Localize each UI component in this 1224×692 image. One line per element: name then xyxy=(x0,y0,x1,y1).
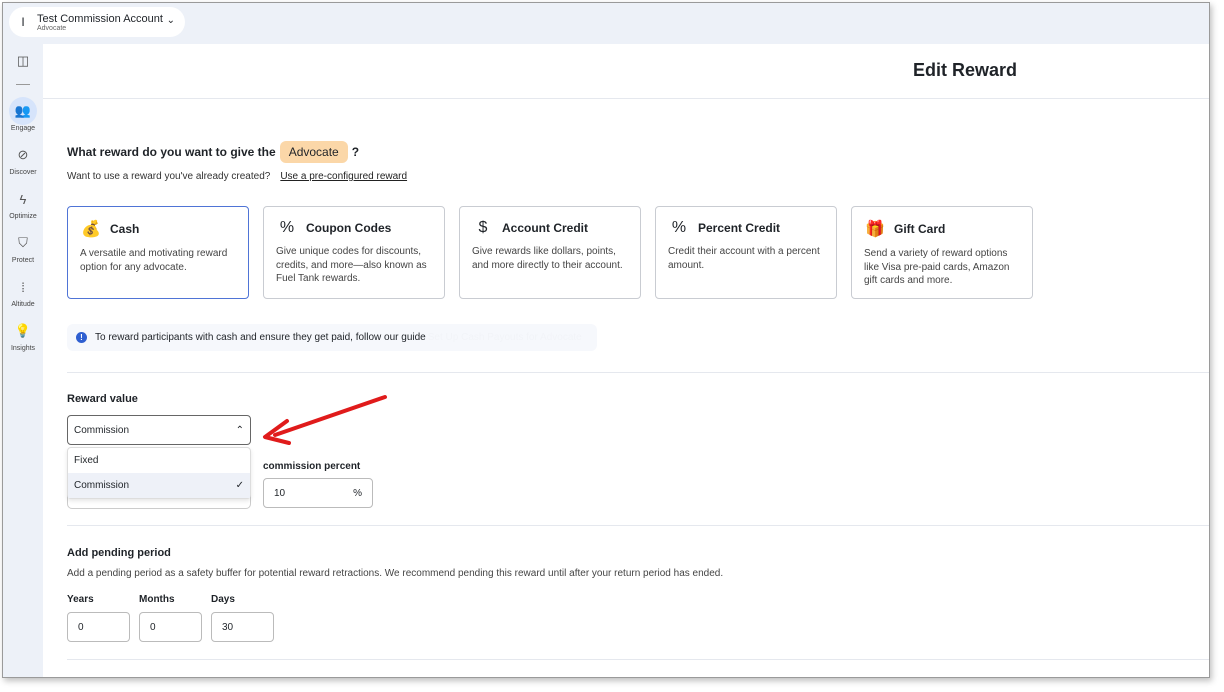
account-name: Test Commission Account xyxy=(37,12,163,25)
years-label: Years xyxy=(67,594,94,605)
divider xyxy=(67,525,1209,526)
pending-title: Add pending period xyxy=(67,547,171,559)
sidebar-toggle[interactable]: ◫ xyxy=(3,47,43,75)
card-title: Gift Card xyxy=(894,222,946,236)
cash-icon: 💰 xyxy=(81,221,101,238)
sidebar-item-optimize[interactable]: ϟ Optimize xyxy=(3,185,43,221)
input-value: 30 xyxy=(222,621,234,633)
bulb-icon: 💡 xyxy=(14,323,32,338)
nav-label: Discover xyxy=(9,169,37,176)
shield-icon: ⛉ xyxy=(18,235,28,250)
option-label: Fixed xyxy=(74,455,99,466)
coupon-icon: % xyxy=(279,219,295,236)
reward-type-cards: 💰 Cash A versatile and motivating reward o… xyxy=(67,206,1033,299)
account-initial: I xyxy=(21,15,25,29)
divider xyxy=(67,372,1209,373)
sidebar-item-discover[interactable]: ⊘ Discover xyxy=(3,141,43,176)
reward-card-gift-card[interactable]: 🎁 Gift Card Send a variety of reward optio… xyxy=(851,206,1033,299)
red-arrow-annotation xyxy=(263,395,387,445)
card-desc: Credit their account with a percent amou… xyxy=(668,246,820,271)
reward-value-label: Reward value xyxy=(67,393,138,405)
unit: % xyxy=(353,487,362,499)
reward-card-account-credit[interactable]: $ Account Credit Give rewards like dollars… xyxy=(459,206,641,299)
question-text: What reward do you want to give the xyxy=(67,145,276,159)
preconfig-text: Want to use a reward you've already crea… xyxy=(67,171,271,182)
card-desc: Give rewards like dollars, points, and m… xyxy=(472,246,623,271)
card-title: Percent Credit xyxy=(698,221,781,235)
page-title: Edit Reward xyxy=(912,60,1017,80)
reward-question: What reward do you want to give the Advoc… xyxy=(67,141,359,163)
card-title: Cash xyxy=(110,222,140,236)
years-input[interactable]: 0 xyxy=(67,612,130,642)
reward-card-coupon-codes[interactable]: % Coupon Codes Give unique codes for disco… xyxy=(263,206,445,299)
days-input[interactable]: 30 xyxy=(211,612,274,642)
reward-value-dropdown: Fixed Commission ✓ xyxy=(67,447,251,499)
reward-card-cash[interactable]: 💰 Cash A versatile and motivating reward o… xyxy=(67,206,249,299)
account-credit-icon: $ xyxy=(478,219,488,236)
selected-value: Commission xyxy=(74,424,130,436)
reward-card-percent-credit[interactable]: % Percent Credit Credit their account with… xyxy=(655,206,837,299)
divider xyxy=(43,98,1209,99)
app-window: I Test Commission Account Advocate ⌄ ◫ 👥 E… xyxy=(2,2,1210,678)
card-desc: A versatile and motivating reward option… xyxy=(80,248,228,273)
pending-desc: Add a pending period as a safety buffer … xyxy=(67,568,724,579)
card-title: Coupon Codes xyxy=(306,221,392,235)
nav-label: Altitude xyxy=(11,301,35,308)
sidebar-item-altitude[interactable]: ⁞ Altitude xyxy=(3,273,43,309)
commission-percent-input[interactable]: 10% xyxy=(263,478,373,508)
sidebar-item-protect[interactable]: ⛉ Protect xyxy=(3,229,43,264)
option-commission[interactable]: Commission ✓ xyxy=(68,473,250,498)
info-text: To reward participants with cash and ens… xyxy=(95,332,426,343)
gift-card-icon: 🎁 xyxy=(865,221,885,238)
sidebar-item-engage[interactable]: 👥 Engage xyxy=(3,97,43,132)
percent-tag-icon: % xyxy=(671,219,687,236)
option-fixed[interactable]: Fixed xyxy=(68,448,250,473)
chevron-up-icon: ⌃ xyxy=(235,424,244,436)
people-icon: 👥 xyxy=(9,97,37,125)
nav-label: Protect xyxy=(11,257,35,264)
divider xyxy=(67,659,1209,660)
nav-label: Optimize xyxy=(9,213,37,220)
account-role: Advocate xyxy=(37,24,67,32)
chevron-down-icon: ⌄ xyxy=(166,15,175,26)
preconfig-row: Want to use a reward you've already crea… xyxy=(67,171,407,182)
months-input[interactable]: 0 xyxy=(139,612,202,642)
months-label: Months xyxy=(139,594,175,605)
days-label: Days xyxy=(211,594,235,605)
commission-percent-label: commission percent xyxy=(263,461,361,472)
preconfig-link[interactable]: Use a pre-configured reward xyxy=(280,171,407,182)
sidebar-item-insights[interactable]: 💡 Insights xyxy=(3,317,43,352)
check-icon: ✓ xyxy=(235,480,244,491)
info-icon: ! xyxy=(76,332,87,343)
input-value: 0 xyxy=(150,621,156,633)
question-suffix: ? xyxy=(351,145,360,159)
input-value: 0 xyxy=(78,621,84,633)
panel-toggle-icon: ◫ xyxy=(16,53,30,68)
card-desc: Send a variety of reward options like Vi… xyxy=(864,248,1010,286)
input-value: 10 xyxy=(274,487,286,499)
lightning-icon: ϟ xyxy=(19,191,27,207)
reward-value-select[interactable]: Commission ⌃ xyxy=(67,415,251,445)
guide-link[interactable]: Set Up Cash Payouts for Advocate xyxy=(428,332,582,343)
option-label: Commission xyxy=(74,480,130,491)
compass-icon: ⊘ xyxy=(17,147,29,162)
nav-label: Engage xyxy=(10,125,36,132)
main-content: Edit Reward What reward do you want to g… xyxy=(43,44,1209,677)
altitude-icon: ⁞ xyxy=(21,279,25,295)
sidebar: ◫ 👥 Engage ⊘ Discover ϟ Optimize ⛉ Protect ⁞… xyxy=(3,47,43,361)
divider xyxy=(16,84,30,85)
nav-label: Insights xyxy=(10,345,36,352)
audience-pill: Advocate xyxy=(279,141,348,163)
account-switcher[interactable]: I Test Commission Account Advocate ⌄ xyxy=(9,7,185,37)
info-banner: ! To reward participants with cash and en… xyxy=(67,324,597,351)
card-title: Account Credit xyxy=(502,221,589,235)
card-desc: Give unique codes for discounts, credits… xyxy=(276,246,427,284)
